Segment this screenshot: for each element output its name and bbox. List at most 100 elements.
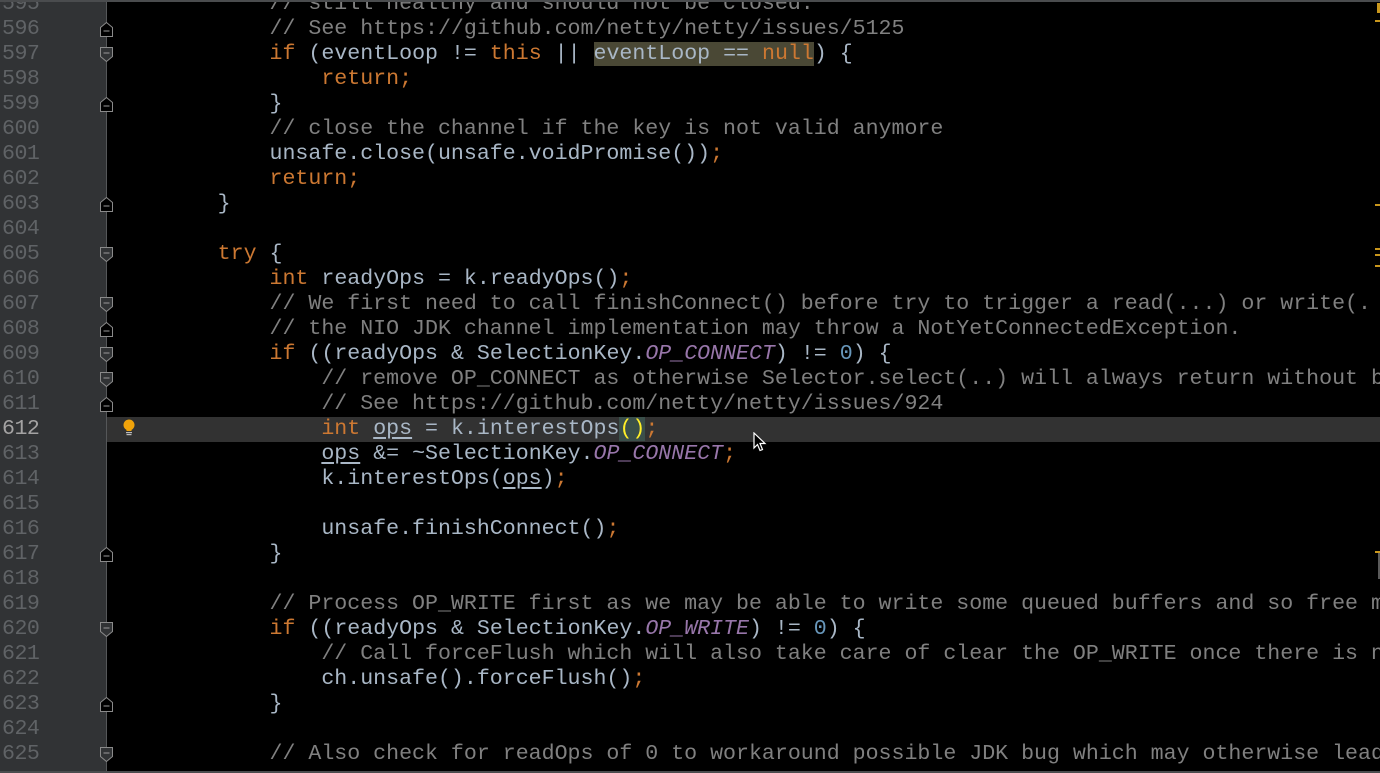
line-number[interactable]: 611 (2, 392, 40, 417)
code-text[interactable]: if (eventLoop != this || eventLoop == nu… (114, 42, 1380, 67)
line-number[interactable]: 619 (2, 592, 40, 617)
line-number[interactable]: 624 (2, 717, 40, 742)
line-number[interactable]: 608 (2, 317, 40, 342)
line-number[interactable]: 623 (2, 692, 40, 717)
fold-end-icon[interactable] (100, 547, 113, 562)
line-number[interactable]: 621 (2, 642, 40, 667)
code-text[interactable] (114, 217, 1380, 242)
line-number[interactable]: 600 (2, 117, 40, 142)
line-number[interactable]: 617 (2, 542, 40, 567)
code-text[interactable] (114, 567, 1380, 592)
code-line[interactable]: 616 unsafe.finishConnect(); (0, 517, 1380, 542)
line-number[interactable]: 622 (2, 667, 40, 692)
code-editor[interactable]: 595 // still healthy and should not be c… (0, 0, 1380, 767)
code-text[interactable]: // close the channel if the key is not v… (114, 117, 1380, 142)
code-line[interactable]: 602 return; (0, 167, 1380, 192)
code-line[interactable]: 624 (0, 717, 1380, 742)
code-line[interactable]: 608 // the NIO JDK channel implementatio… (0, 317, 1380, 342)
code-text[interactable]: // still healthy and should not be close… (114, 0, 1380, 17)
code-line[interactable]: 614 k.interestOps(ops); (0, 467, 1380, 492)
code-line[interactable]: 613 ops &= ~SelectionKey.OP_CONNECT; (0, 442, 1380, 467)
code-line[interactable]: 622 ch.unsafe().forceFlush(); (0, 667, 1380, 692)
line-number[interactable]: 614 (2, 467, 40, 492)
line-number[interactable]: 612 (2, 417, 40, 442)
code-line-current[interactable]: 612 int ops = k.interestOps(); (0, 417, 1380, 442)
stripe-mark[interactable] (1375, 204, 1380, 206)
code-text[interactable] (114, 492, 1380, 517)
fold-end-icon[interactable] (100, 322, 113, 337)
code-text[interactable]: } (114, 692, 1380, 717)
code-line[interactable]: 621 // Call forceFlush which will also t… (0, 642, 1380, 667)
fold-collapse-icon[interactable] (100, 747, 113, 762)
code-line[interactable]: 597 if (eventLoop != this || eventLoop =… (0, 42, 1380, 67)
fold-collapse-icon[interactable] (100, 372, 113, 387)
code-line[interactable]: 595 // still healthy and should not be c… (0, 0, 1380, 17)
code-text[interactable]: ops &= ~SelectionKey.OP_CONNECT; (114, 442, 1380, 467)
code-text[interactable]: try { (114, 242, 1380, 267)
code-line[interactable]: 596 // See https://github.com/netty/nett… (0, 17, 1380, 42)
line-number[interactable]: 616 (2, 517, 40, 542)
code-text[interactable]: int ops = k.interestOps(); (114, 417, 1380, 442)
code-text[interactable]: // the NIO JDK channel implementation ma… (114, 317, 1380, 342)
code-line[interactable]: 601 unsafe.close(unsafe.voidPromise()); (0, 142, 1380, 167)
code-text[interactable]: unsafe.finishConnect(); (114, 517, 1380, 542)
line-number[interactable]: 598 (2, 67, 40, 92)
line-number[interactable]: 607 (2, 292, 40, 317)
code-line[interactable]: 603 } (0, 192, 1380, 217)
code-text[interactable]: // See https://github.com/netty/netty/is… (114, 17, 1380, 42)
code-text[interactable]: // Call forceFlush which will also take … (114, 642, 1380, 667)
code-text[interactable]: ch.unsafe().forceFlush(); (114, 667, 1380, 692)
line-number[interactable]: 599 (2, 92, 40, 117)
code-line[interactable]: 611 // See https://github.com/netty/nett… (0, 392, 1380, 417)
stripe-mark[interactable] (1375, 20, 1380, 22)
code-text[interactable]: // See https://github.com/netty/netty/is… (114, 392, 1380, 417)
code-text[interactable]: if ((readyOps & SelectionKey.OP_WRITE) !… (114, 617, 1380, 642)
code-text[interactable]: // Also check for readOps of 0 to workar… (114, 742, 1380, 767)
line-number[interactable]: 601 (2, 142, 40, 167)
line-number[interactable]: 618 (2, 567, 40, 592)
line-number[interactable]: 625 (2, 742, 40, 767)
line-number[interactable]: 595 (2, 0, 40, 17)
line-number[interactable]: 597 (2, 42, 40, 67)
code-line[interactable]: 606 int readyOps = k.readyOps(); (0, 267, 1380, 292)
code-line[interactable]: 615 (0, 492, 1380, 517)
code-text[interactable]: unsafe.close(unsafe.voidPromise()); (114, 142, 1380, 167)
code-line[interactable]: 600 // close the channel if the key is n… (0, 117, 1380, 142)
code-line[interactable]: 625 // Also check for readOps of 0 to wo… (0, 742, 1380, 767)
fold-collapse-icon[interactable] (100, 622, 113, 637)
code-text[interactable]: } (114, 192, 1380, 217)
code-text[interactable]: // remove OP_CONNECT as otherwise Select… (114, 367, 1380, 392)
code-line[interactable]: 605 try { (0, 242, 1380, 267)
code-text[interactable]: return; (114, 67, 1380, 92)
code-line[interactable]: 618 (0, 567, 1380, 592)
fold-end-icon[interactable] (100, 22, 113, 37)
line-number[interactable]: 605 (2, 242, 40, 267)
line-number[interactable]: 604 (2, 217, 40, 242)
code-line[interactable]: 607 // We first need to call finishConne… (0, 292, 1380, 317)
lightbulb-icon[interactable] (121, 418, 137, 438)
fold-collapse-icon[interactable] (100, 47, 113, 62)
code-text[interactable]: k.interestOps(ops); (114, 467, 1380, 492)
line-number[interactable]: 610 (2, 367, 40, 392)
code-line[interactable]: 599 } (0, 92, 1380, 117)
code-text[interactable]: if ((readyOps & SelectionKey.OP_CONNECT)… (114, 342, 1380, 367)
code-line[interactable]: 623 } (0, 692, 1380, 717)
code-text[interactable]: } (114, 92, 1380, 117)
code-text[interactable]: } (114, 542, 1380, 567)
code-line[interactable]: 617 } (0, 542, 1380, 567)
code-line[interactable]: 598 return; (0, 67, 1380, 92)
line-number[interactable]: 613 (2, 442, 40, 467)
code-line[interactable]: 604 (0, 217, 1380, 242)
fold-collapse-icon[interactable] (100, 347, 113, 362)
fold-collapse-icon[interactable] (100, 247, 113, 262)
code-text[interactable]: // Process OP_WRITE first as we may be a… (114, 592, 1380, 617)
line-number[interactable]: 615 (2, 492, 40, 517)
line-number[interactable]: 606 (2, 267, 40, 292)
line-number[interactable]: 603 (2, 192, 40, 217)
code-text[interactable]: // We first need to call finishConnect()… (114, 292, 1380, 317)
line-number[interactable]: 596 (2, 17, 40, 42)
code-text[interactable]: int readyOps = k.readyOps(); (114, 267, 1380, 292)
code-line[interactable]: 619 // Process OP_WRITE first as we may … (0, 592, 1380, 617)
fold-end-icon[interactable] (100, 397, 113, 412)
line-number[interactable]: 602 (2, 167, 40, 192)
